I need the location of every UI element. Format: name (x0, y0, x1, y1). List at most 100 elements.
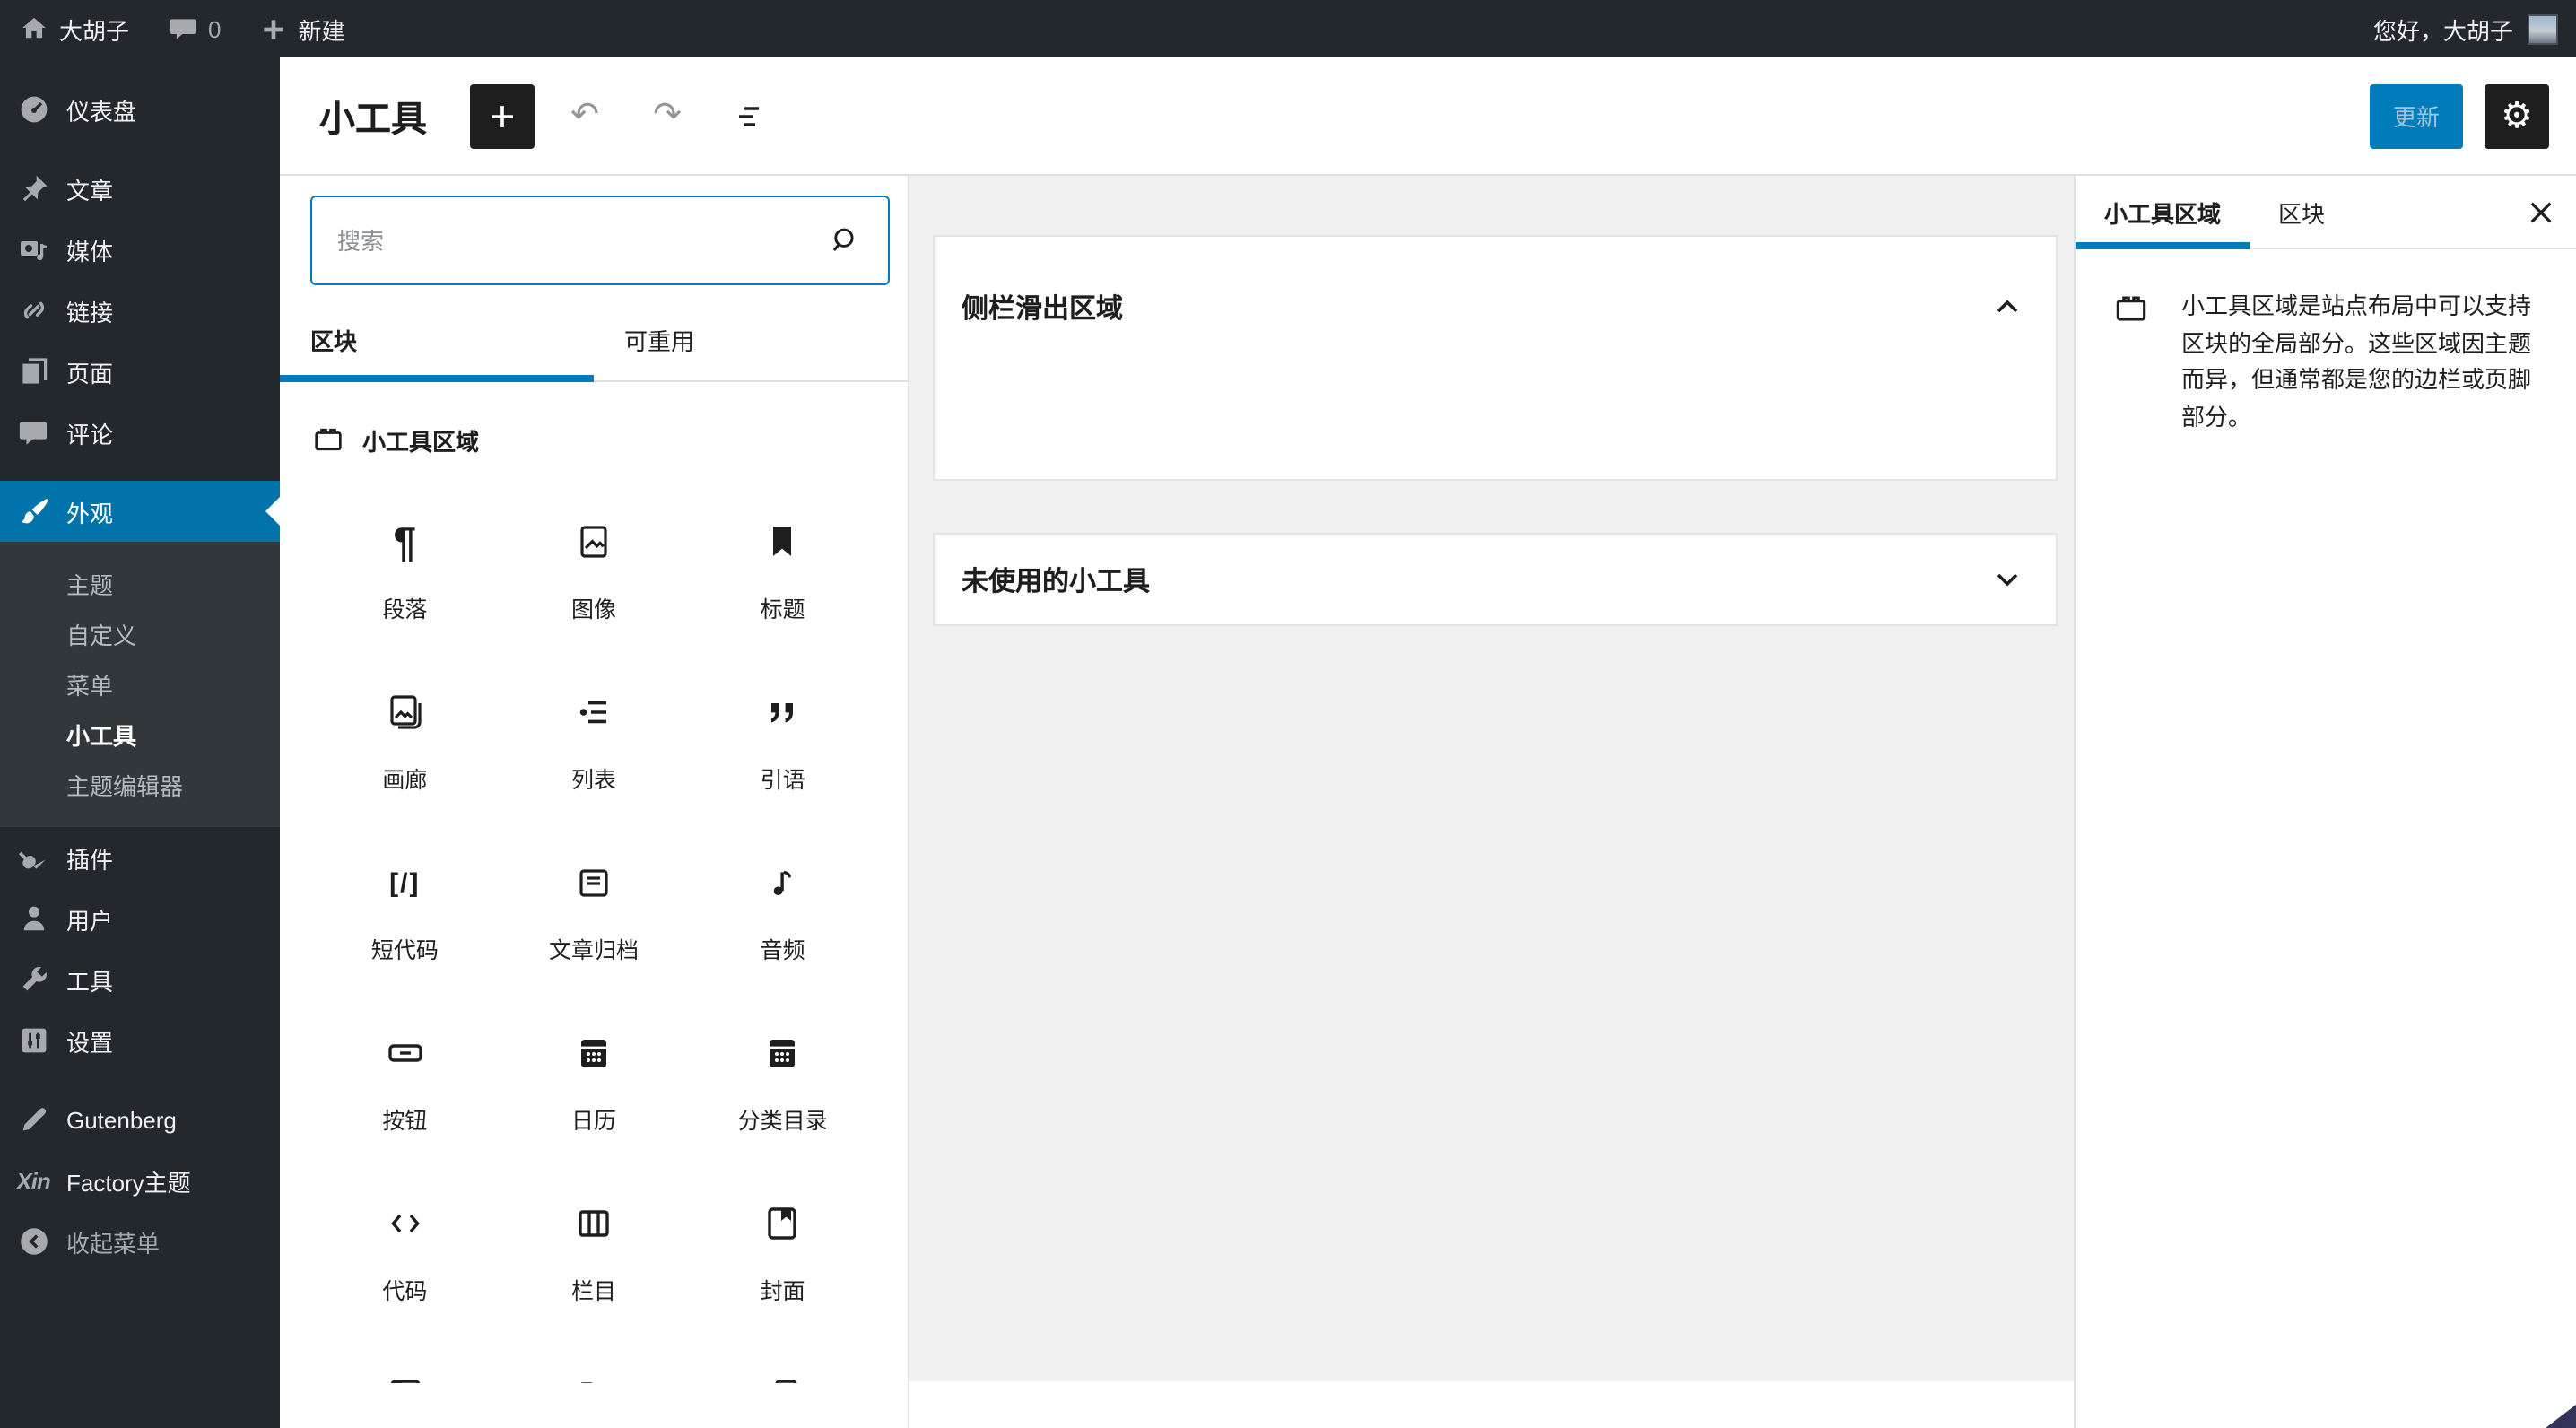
chevron-up-icon[interactable] (1986, 285, 2029, 328)
block-item-categories[interactable]: 分类目录 (688, 999, 877, 1170)
image-icon (572, 518, 615, 565)
bookmark-icon (761, 518, 805, 565)
undo-icon: ↶ (570, 97, 599, 135)
block-item-image[interactable]: 图像 (500, 488, 689, 658)
sidebar-item-tools[interactable]: 工具 (0, 949, 280, 1010)
comments-menu-item[interactable]: 0 (149, 0, 240, 57)
tab-blocks[interactable]: 区块 (280, 300, 594, 382)
block-search-box[interactable] (310, 196, 890, 285)
chevron-down-icon[interactable] (1986, 558, 2029, 601)
sidebar-item-label: 仪表盘 (66, 98, 137, 125)
sidebar-item-appearance[interactable]: 外观 (0, 481, 280, 542)
update-button[interactable]: 更新 (2369, 83, 2463, 148)
block-item-calendar[interactable]: 日历 (500, 999, 689, 1170)
panel-title: 侧栏滑出区域 (962, 293, 1124, 324)
close-icon (2529, 201, 2551, 222)
plus-icon (261, 15, 288, 42)
list-view-button[interactable] (718, 83, 782, 148)
submenu-item-menus[interactable]: 菜单 (0, 658, 280, 709)
block-item-group[interactable] (688, 1340, 877, 1383)
sidebar-item-label: 插件 (66, 846, 114, 873)
sidebar-item-comments[interactable]: 评论 (0, 402, 280, 463)
widget-area-panel-inactive[interactable]: 未使用的小工具 (933, 533, 2058, 626)
tab-block[interactable]: 区块 (2250, 176, 2354, 248)
submenu-item-customize[interactable]: 自定义 (0, 608, 280, 658)
submenu-item-widgets[interactable]: 小工具 (0, 709, 280, 759)
undo-button[interactable]: ↶ (553, 83, 617, 148)
block-item-paragraph[interactable]: ¶ 段落 (310, 488, 500, 658)
redo-button[interactable]: ↷ (635, 83, 700, 148)
brush-icon (16, 494, 50, 528)
sidebar-item-posts[interactable]: 文章 (0, 158, 280, 219)
pencil-icon (16, 1102, 50, 1136)
sidebar-item-pages[interactable]: 页面 (0, 341, 280, 402)
sidebar-item-plugins[interactable]: 插件 (0, 827, 280, 888)
code-icon (383, 1200, 426, 1247)
list-view-icon (739, 106, 759, 126)
block-item-cover[interactable]: 封面 (688, 1170, 877, 1340)
block-inserter-toggle-button[interactable] (470, 83, 535, 148)
block-item-gallery[interactable]: 画廊 (310, 658, 500, 829)
user-icon (16, 901, 50, 936)
collapse-icon (16, 1224, 50, 1258)
widget-area-description-card: 小工具区域是站点布局中可以支持区块的全局部分。这些区域因主题而异，但通常都是您的… (2076, 249, 2576, 436)
block-item-list[interactable]: 列表 (500, 658, 689, 829)
widget-area-description: 小工具区域是站点布局中可以支持区块的全局部分。这些区域因主题而异，但通常都是您的… (2181, 292, 2532, 430)
settings-tabs: 小工具区域 区块 (2076, 176, 2576, 249)
block-item-heading[interactable]: 标题 (688, 488, 877, 658)
sidebar-item-dashboard[interactable]: 仪表盘 (0, 79, 280, 140)
site-name: 大胡子 (59, 17, 130, 44)
sidebar-item-label: 外观 (66, 500, 114, 527)
sidebar-item-collapse-menu[interactable]: 收起菜单 (0, 1211, 280, 1272)
sidebar-item-media[interactable]: 媒体 (0, 219, 280, 280)
sidebar-item-label: Factory主题 (66, 1169, 191, 1196)
sidebar-item-settings[interactable]: 设置 (0, 1010, 280, 1071)
sidebar-item-links[interactable]: 链接 (0, 280, 280, 341)
settings-toggle-button[interactable]: ⚙ (2485, 83, 2549, 148)
corner-resize-mark (2546, 1405, 2576, 1428)
editor-header: 小工具 ↶ ↷ 更新 ⚙ (280, 57, 2576, 176)
sidebar-item-label: 页面 (66, 360, 114, 387)
gallery-icon (383, 689, 426, 736)
block-item-shortcode[interactable]: [/] 短代码 (310, 829, 500, 999)
block-item-code[interactable]: 代码 (310, 1170, 500, 1340)
widget-area-section-header: 小工具区域 (280, 382, 908, 465)
block-item-custom-html[interactable] (310, 1340, 500, 1383)
site-menu-item[interactable]: 大胡子 (0, 0, 149, 57)
sidebar-item-users[interactable]: 用户 (0, 888, 280, 949)
tab-reusable[interactable]: 可重用 (594, 300, 908, 380)
sidebar-item-label: 设置 (66, 1029, 114, 1056)
sidebar-item-factory-theme[interactable]: Xin Factory主题 (0, 1150, 280, 1211)
tab-widget-area[interactable]: 小工具区域 (2076, 176, 2250, 249)
avatar (2528, 13, 2558, 44)
widget-area-icon (315, 428, 342, 451)
search-input[interactable] (337, 227, 823, 254)
calendar-icon (572, 1030, 615, 1076)
submenu-item-theme-editor[interactable]: 主题编辑器 (0, 759, 280, 809)
widget-area-panel-sidebar-slideout[interactable]: 侧栏滑出区域 (933, 235, 2058, 481)
cover-icon (761, 1200, 805, 1247)
home-icon (20, 14, 48, 43)
quote-icon (761, 689, 805, 736)
block-item-button[interactable]: 按钮 (310, 999, 500, 1170)
block-item-archives[interactable]: 文章归档 (500, 829, 689, 999)
submenu-item-themes[interactable]: 主题 (0, 558, 280, 608)
block-item-columns[interactable]: 栏目 (500, 1170, 689, 1340)
widget-area-icon (2111, 289, 2151, 436)
paragraph-icon: ¶ (393, 518, 417, 564)
media-icon (16, 232, 50, 266)
settings-sidebar: 小工具区域 区块 小工具区域是站点布局中可以支持区块的全局部分。这些区域因主题而… (2074, 176, 2576, 1428)
sidebar-item-label: 评论 (66, 421, 114, 448)
close-sidebar-button[interactable] (2504, 176, 2576, 248)
sidebar-item-gutenberg[interactable]: Gutenberg (0, 1089, 280, 1150)
sidebar-item-label: 媒体 (66, 238, 114, 265)
admin-bar-right[interactable]: 您好，大胡子 (2373, 12, 2576, 46)
block-item-quote[interactable]: 引语 (688, 658, 877, 829)
sidebar-item-label: 用户 (66, 907, 114, 934)
editor-main: 小工具 ↶ ↷ 更新 ⚙ 搜索 区块 可重用 小工具区域 ¶ 段落 图像 标题 … (280, 57, 2576, 1428)
block-item-audio[interactable]: 音频 (688, 829, 877, 999)
block-item-file[interactable] (500, 1340, 689, 1383)
admin-bar: 大胡子 0 新建 您好，大胡子 (0, 0, 2576, 57)
block-grid: ¶ 段落 图像 标题 画廊 列表 引语 [/] 短代码 文章归档 音频 按钮 日… (280, 465, 908, 1383)
new-menu-item[interactable]: 新建 (241, 0, 365, 57)
